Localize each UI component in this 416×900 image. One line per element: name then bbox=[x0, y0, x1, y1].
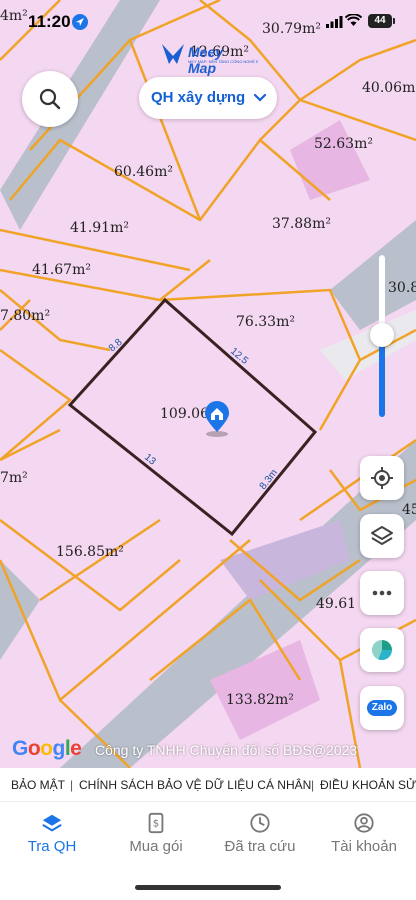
tab-tai-khoan[interactable]: Tài khoản bbox=[312, 812, 416, 855]
clock-icon bbox=[250, 813, 270, 833]
meey-logo-icon bbox=[162, 44, 184, 64]
parcel-area-label: 30.8 bbox=[388, 280, 416, 296]
planning-layer-label: QH xây dựng bbox=[151, 89, 246, 106]
legal-separator: | bbox=[311, 778, 315, 792]
battery-icon: 44 bbox=[368, 14, 395, 28]
wifi-icon bbox=[345, 14, 362, 26]
map-layers-button[interactable] bbox=[360, 514, 404, 558]
parcel-area-label: 49.61 bbox=[316, 596, 356, 612]
tab-mua-goi[interactable]: $ Mua gói bbox=[104, 812, 208, 855]
parcel-area-label: 7m² bbox=[0, 470, 28, 486]
tab-label: Mua gói bbox=[129, 838, 183, 855]
tab-tra-qh[interactable]: Tra QH bbox=[0, 812, 104, 855]
parcel-area-label: 41.67m² bbox=[32, 262, 91, 278]
location-arrow-icon bbox=[72, 14, 88, 30]
parcel-area-label: 45 bbox=[402, 502, 416, 518]
pie-chart-icon bbox=[371, 639, 393, 661]
zalo-button[interactable]: Zalo bbox=[360, 686, 404, 730]
parcel-area-label: 52.63m² bbox=[314, 136, 373, 152]
legal-links-bar: BẢO MẬT | CHÍNH SÁCH BẢO VỆ DỮ LIỆU CÁ N… bbox=[0, 768, 416, 802]
search-icon bbox=[39, 88, 61, 110]
tab-label: Tra QH bbox=[27, 838, 77, 855]
terms-link[interactable]: ĐIỀU KHOẢN SỬ bbox=[320, 778, 416, 792]
data-protection-link[interactable]: CHÍNH SÁCH BẢO VỆ DỮ LIỆU CÁ NHÂN bbox=[79, 778, 311, 792]
status-bar: 11:20 44 bbox=[0, 0, 416, 44]
search-button[interactable] bbox=[22, 71, 78, 127]
tab-label: Tài khoản bbox=[331, 838, 397, 855]
tab-da-tra-cuu[interactable]: Đã tra cứu bbox=[208, 812, 312, 855]
parcel-area-label: 76.33m² bbox=[236, 314, 295, 330]
parcel-area-label: 40.06m² bbox=[362, 80, 416, 96]
my-location-button[interactable] bbox=[360, 456, 404, 500]
parcel-area-label: 37.88m² bbox=[272, 216, 331, 232]
google-logo: Google bbox=[12, 737, 82, 760]
logo-subtitle: MEY MAP: NỀN TẢNG CÔNG NGHỆ BẤT ĐỘNG SẢN bbox=[188, 59, 258, 64]
home-indicator bbox=[135, 885, 281, 890]
parcel-area-label: 41.91m² bbox=[70, 220, 129, 236]
zalo-icon: Zalo bbox=[367, 700, 397, 716]
signal-icon bbox=[326, 16, 343, 28]
parcel-area-label: 133.82m² bbox=[226, 692, 294, 708]
tab-label: Đã tra cứu bbox=[224, 838, 296, 855]
price-tag-icon: $ bbox=[148, 812, 164, 834]
layers-icon bbox=[371, 526, 393, 545]
parcel-area-label: 7.80m² bbox=[0, 308, 50, 324]
parcel-area-label: 109.06 bbox=[160, 406, 209, 422]
account-icon bbox=[354, 813, 374, 833]
statistics-button[interactable] bbox=[360, 628, 404, 672]
opacity-slider-thumb[interactable] bbox=[370, 323, 394, 347]
layers-icon bbox=[42, 814, 62, 832]
more-dots-icon bbox=[372, 590, 392, 596]
map-attribution: Công ty TNHH Chuyển đổi số BĐS@2023 bbox=[95, 742, 358, 758]
legal-separator: | bbox=[70, 778, 74, 792]
parcel-area-label: 156.85m² bbox=[56, 544, 124, 560]
crosshair-icon bbox=[371, 467, 393, 489]
planning-layer-dropdown[interactable]: QH xây dựng bbox=[139, 77, 277, 119]
more-options-button[interactable] bbox=[360, 571, 404, 615]
chevron-down-icon bbox=[253, 93, 267, 102]
status-time: 11:20 bbox=[28, 12, 71, 31]
parcel-area-label: 60.46m² bbox=[114, 164, 173, 180]
svg-text:$: $ bbox=[153, 819, 159, 830]
app-logo: Meey Map MEY MAP: NỀN TẢNG CÔNG NGHỆ BẤT… bbox=[162, 42, 258, 76]
privacy-link[interactable]: BẢO MẬT bbox=[11, 778, 65, 792]
